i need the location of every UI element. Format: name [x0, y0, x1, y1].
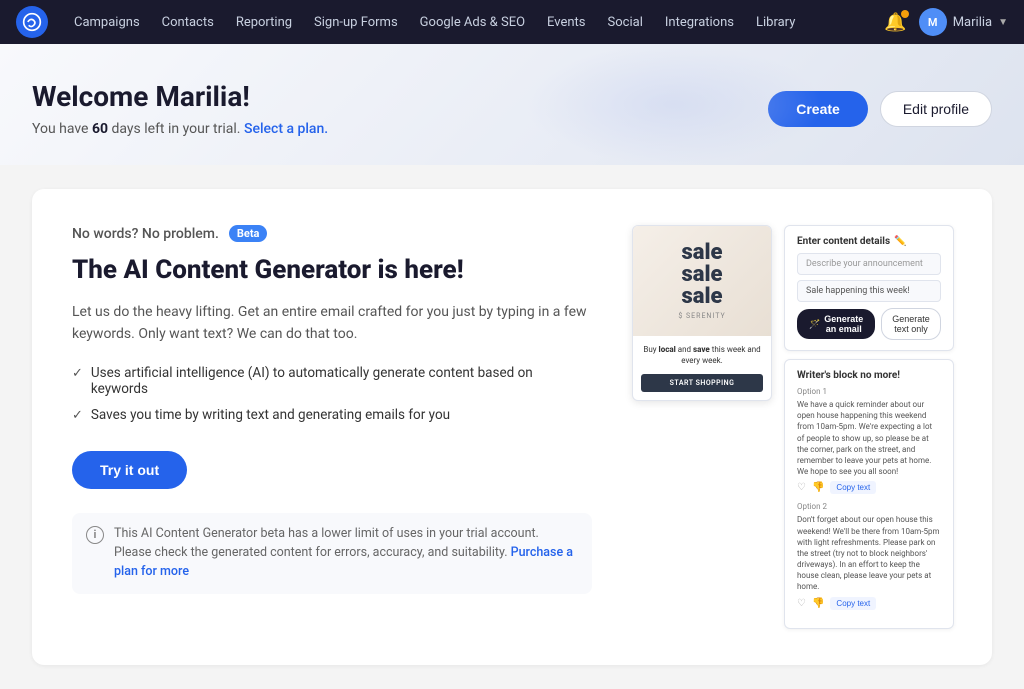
ai-disclaimer: i This AI Content Generator beta has a l… — [72, 513, 592, 593]
ai-tagline: No words? No problem. Beta — [72, 225, 592, 242]
heart-icon-2[interactable]: ♡ — [797, 598, 806, 609]
email-preview-body: Buy local and save this week and every w… — [633, 336, 771, 400]
generate-email-button[interactable]: 🪄 Generate an email — [797, 309, 875, 339]
disclaimer-text: This AI Content Generator beta has a low… — [114, 525, 578, 581]
copy-text-button-2[interactable]: Copy text — [830, 597, 876, 610]
hero-subtitle: You have 60 days left in your trial. Sel… — [32, 121, 328, 137]
ai-heading: The AI Content Generator is here! — [72, 254, 592, 287]
beta-badge: Beta — [229, 225, 268, 242]
avatar: M — [919, 8, 947, 36]
enter-content-panel: Enter content details ✏️ Describe your a… — [784, 225, 954, 351]
nav-item-social[interactable]: Social — [598, 9, 653, 36]
checkmark-icon-1: ✓ — [72, 366, 83, 381]
user-name: Marilia — [953, 15, 992, 30]
nav-item-google-ads-seo[interactable]: Google Ads & SEO — [410, 9, 535, 36]
writers-block-title: Writer's block no more! — [797, 370, 941, 381]
hero-text: Welcome Marilia! You have 60 days left i… — [32, 80, 328, 137]
copy-text-button-1[interactable]: Copy text — [830, 481, 876, 494]
sale-text: salesalesale — [681, 242, 722, 308]
ai-feature-1: ✓ Uses artificial intelligence (AI) to a… — [72, 365, 592, 397]
navigation: Campaigns Contacts Reporting Sign-up For… — [0, 0, 1024, 44]
brand-label: $ SERENITY — [678, 312, 725, 320]
panel-placeholder-input[interactable]: Describe your announcement — [797, 253, 941, 275]
edit-profile-button[interactable]: Edit profile — [880, 91, 992, 127]
notifications-button[interactable]: 🔔 — [884, 12, 906, 33]
option2-label: Option 2 — [797, 502, 941, 511]
trial-days: 60 — [92, 121, 108, 137]
select-plan-link[interactable]: Select a plan. — [244, 121, 328, 137]
trial-suffix: days left in your trial. — [108, 121, 240, 137]
ai-content-left: No words? No problem. Beta The AI Conten… — [72, 225, 592, 594]
nav-item-reporting[interactable]: Reporting — [226, 9, 302, 36]
option1-label: Option 1 — [797, 387, 941, 396]
nav-right: 🔔 M Marilia ▼ — [884, 8, 1008, 36]
trial-prefix: You have — [32, 121, 92, 137]
email-body-text: Buy local and save this week and every w… — [641, 344, 763, 366]
ai-visual-section: salesalesale $ SERENITY Buy local and sa… — [632, 225, 952, 629]
notification-dot — [901, 10, 909, 18]
generate-text-button[interactable]: Generate text only — [881, 308, 941, 340]
try-it-out-button[interactable]: Try it out — [72, 451, 187, 489]
email-preview-header: salesalesale $ SERENITY — [633, 226, 771, 336]
nav-item-campaigns[interactable]: Campaigns — [64, 9, 150, 36]
feature-1-text: Uses artificial intelligence (AI) to aut… — [91, 365, 592, 397]
writers-block-panel: Writer's block no more! Option 1 We have… — [784, 359, 954, 629]
email-cta-button: START SHOPPING — [641, 374, 763, 392]
ai-feature-2: ✓ Saves you time by writing text and gen… — [72, 407, 592, 423]
option1-actions: ♡ 👎 Copy text — [797, 481, 941, 494]
nav-item-signup-forms[interactable]: Sign-up Forms — [304, 9, 408, 36]
thumbs-down-icon[interactable]: 👎 — [812, 482, 824, 493]
hero-section: Welcome Marilia! You have 60 days left i… — [0, 44, 1024, 165]
checkmark-icon-2: ✓ — [72, 408, 83, 423]
hero-bg-shape — [524, 44, 824, 165]
hero-title: Welcome Marilia! — [32, 80, 328, 113]
info-icon: i — [86, 526, 104, 544]
nav-item-events[interactable]: Events — [537, 9, 595, 36]
option2-text: Don't forget about our open house this w… — [797, 514, 941, 592]
email-preview-card: salesalesale $ SERENITY Buy local and sa… — [632, 225, 772, 401]
user-menu[interactable]: M Marilia ▼ — [919, 8, 1008, 36]
feature-2-text: Saves you time by writing text and gener… — [91, 407, 450, 423]
nav-item-contacts[interactable]: Contacts — [152, 9, 224, 36]
enter-content-title: Enter content details ✏️ — [797, 236, 941, 247]
logo[interactable] — [16, 6, 48, 38]
ai-description: Let us do the heavy lifting. Get an enti… — [72, 301, 592, 346]
ai-content-card: No words? No problem. Beta The AI Conten… — [32, 189, 992, 665]
nav-item-library[interactable]: Library — [746, 9, 805, 36]
generate-btn-row: 🪄 Generate an email Generate text only — [797, 308, 941, 340]
main-content: No words? No problem. Beta The AI Conten… — [0, 165, 1024, 689]
pencil-icon: ✏️ — [894, 236, 906, 247]
ai-features-list: ✓ Uses artificial intelligence (AI) to a… — [72, 365, 592, 423]
chevron-down-icon: ▼ — [998, 17, 1008, 28]
thumbs-down-icon-2[interactable]: 👎 — [812, 598, 824, 609]
option2-actions: ♡ 👎 Copy text — [797, 597, 941, 610]
nav-items: Campaigns Contacts Reporting Sign-up For… — [64, 9, 880, 36]
option1-text: We have a quick reminder about our open … — [797, 399, 941, 477]
nav-item-integrations[interactable]: Integrations — [655, 9, 744, 36]
panel-filled-input[interactable]: Sale happening this week! — [797, 280, 941, 302]
magic-wand-icon: 🪄 — [809, 319, 820, 330]
tagline-text: No words? No problem. — [72, 226, 219, 242]
heart-icon[interactable]: ♡ — [797, 482, 806, 493]
ai-panels: Enter content details ✏️ Describe your a… — [784, 225, 954, 629]
